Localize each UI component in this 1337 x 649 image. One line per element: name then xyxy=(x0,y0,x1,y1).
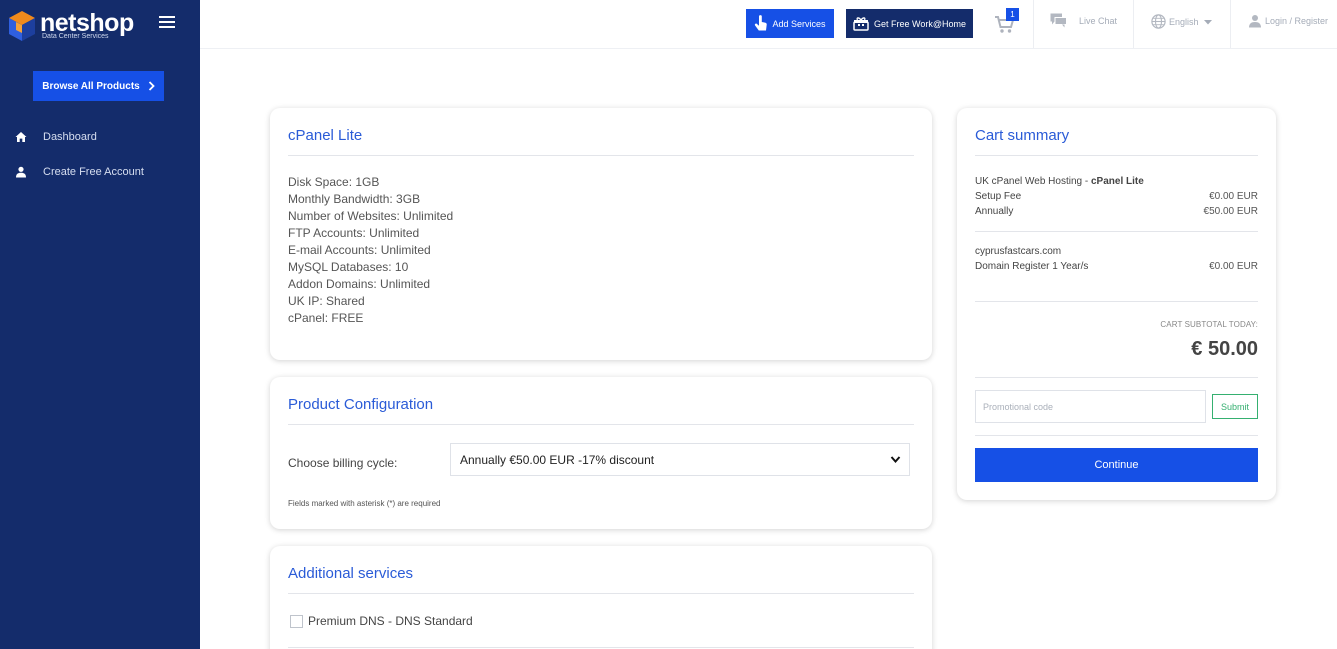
spec-line: Addon Domains: Unlimited xyxy=(288,277,431,291)
language-label: English xyxy=(1169,16,1199,27)
home-icon xyxy=(15,132,27,142)
add-services-label: Add Services xyxy=(772,18,826,29)
divider xyxy=(288,155,914,156)
premium-dns-label: Premium DNS - DNS Standard xyxy=(308,614,473,628)
cart-summary-card: Cart summary UK cPanel Web Hosting - cPa… xyxy=(957,108,1276,500)
user-icon xyxy=(16,166,26,178)
required-fields-note: Fields marked with asterisk (*) are requ… xyxy=(288,499,441,508)
divider xyxy=(975,301,1258,302)
domain-register-label: Domain Register 1 Year/s xyxy=(975,261,1089,272)
product-configuration-card: Product Configuration Choose billing cyc… xyxy=(270,377,932,529)
setup-fee-line: Setup Fee €0.00 EUR xyxy=(975,191,1258,202)
language-selector[interactable]: English xyxy=(1151,14,1214,29)
get-free-work-label: Get Free Work@Home xyxy=(874,18,966,29)
sidebar-item-label: Dashboard xyxy=(43,131,97,143)
browse-all-products-button[interactable]: Browse All Products xyxy=(33,71,164,101)
sidebar-item-label: Create Free Account xyxy=(43,166,144,178)
billing-cycle-value: Annually €50.00 EUR -17% discount xyxy=(460,452,655,467)
summary-product-prefix: UK cPanel Web Hosting - xyxy=(975,176,1091,187)
live-chat-button[interactable]: Live Chat xyxy=(1050,13,1117,28)
add-services-button[interactable]: Add Services xyxy=(746,9,834,38)
spec-line: FTP Accounts: Unlimited xyxy=(288,226,420,240)
promo-submit-button[interactable]: Submit xyxy=(1212,394,1258,419)
premium-dns-checkbox[interactable] xyxy=(290,615,303,628)
live-chat-label: Live Chat xyxy=(1079,15,1118,26)
setup-fee-value: €0.00 EUR xyxy=(1209,191,1258,202)
spec-line: UK IP: Shared xyxy=(288,294,365,308)
billing-cycle-label: Choose billing cycle: xyxy=(288,456,398,470)
sidebar-item-dashboard[interactable]: Dashboard xyxy=(0,126,200,148)
promotional-code-input[interactable] xyxy=(975,390,1206,423)
login-register-link[interactable]: Login / Register xyxy=(1248,14,1328,28)
divider xyxy=(975,155,1258,156)
divider xyxy=(288,424,914,425)
continue-button[interactable]: Continue xyxy=(975,448,1258,482)
summary-product-line: UK cPanel Web Hosting - cPanel Lite xyxy=(975,176,1258,187)
chevron-down-icon xyxy=(890,456,901,464)
divider xyxy=(975,377,1258,378)
spec-line: cPanel: FREE xyxy=(288,311,364,325)
login-register-label: Login / Register xyxy=(1265,16,1329,26)
annually-value: €50.00 EUR xyxy=(1203,206,1258,217)
divider xyxy=(288,647,914,648)
globe-icon xyxy=(1151,14,1166,29)
additional-services-card: Additional services Premium DNS - DNS St… xyxy=(270,546,932,649)
product-title: cPanel Lite xyxy=(288,127,363,144)
divider xyxy=(288,593,914,594)
spec-line: MySQL Databases: 10 xyxy=(288,260,409,274)
chat-bubble-icon xyxy=(1050,13,1067,28)
subtotal-label: CART SUBTOTAL TODAY: xyxy=(1160,320,1258,329)
get-free-work-button[interactable]: Get Free Work@Home xyxy=(846,9,973,38)
product-configuration-title: Product Configuration xyxy=(288,396,434,413)
spec-line: Number of Websites: Unlimited xyxy=(288,209,454,223)
gift-icon xyxy=(853,16,869,31)
domain-line: cyprusfastcars.com xyxy=(975,246,1258,257)
billing-cycle-select[interactable]: Annually €50.00 EUR -17% discount xyxy=(450,443,910,476)
cart-summary-title: Cart summary xyxy=(975,127,1070,144)
spec-line: E-mail Accounts: Unlimited xyxy=(288,243,431,257)
netshop-logo[interactable]: netshop Data Center Services xyxy=(8,8,138,44)
setup-fee-label: Setup Fee xyxy=(975,191,1022,202)
divider xyxy=(975,231,1258,232)
subtotal-value: € 50.00 xyxy=(1191,338,1258,360)
browse-all-products-label: Browse All Products xyxy=(42,80,140,92)
user-icon xyxy=(1249,15,1261,28)
product-card: cPanel Lite Disk Space: 1GB Monthly Band… xyxy=(270,108,932,360)
annually-line: Annually €50.00 EUR xyxy=(975,206,1258,217)
caret-down-icon xyxy=(1203,19,1212,24)
brand-subtitle: Data Center Services xyxy=(42,33,109,40)
divider xyxy=(975,435,1258,436)
domain-register-line: Domain Register 1 Year/s €0.00 EUR xyxy=(975,261,1258,272)
top-bar: Add Services Get Free Work@Home 1 Live C… xyxy=(200,0,1337,49)
hand-pointer-icon xyxy=(755,15,768,31)
cart-count-badge: 1 xyxy=(1006,8,1019,21)
additional-services-title: Additional services xyxy=(288,565,414,582)
divider xyxy=(1133,0,1134,48)
divider xyxy=(1230,0,1231,48)
spec-line: Disk Space: 1GB xyxy=(288,175,380,189)
sidebar: netshop Data Center Services Browse All … xyxy=(0,0,200,649)
domain-name: cyprusfastcars.com xyxy=(975,246,1062,257)
cube-logo-icon xyxy=(9,11,35,41)
sidebar-item-create-free-account[interactable]: Create Free Account xyxy=(0,161,200,183)
summary-product-name: cPanel Lite xyxy=(1090,176,1144,187)
domain-register-value: €0.00 EUR xyxy=(1209,261,1258,272)
chevron-right-icon xyxy=(148,81,155,91)
annually-label: Annually xyxy=(975,206,1014,217)
menu-toggle-icon[interactable] xyxy=(159,16,175,30)
divider xyxy=(1033,0,1034,48)
spec-line: Monthly Bandwidth: 3GB xyxy=(288,192,421,206)
